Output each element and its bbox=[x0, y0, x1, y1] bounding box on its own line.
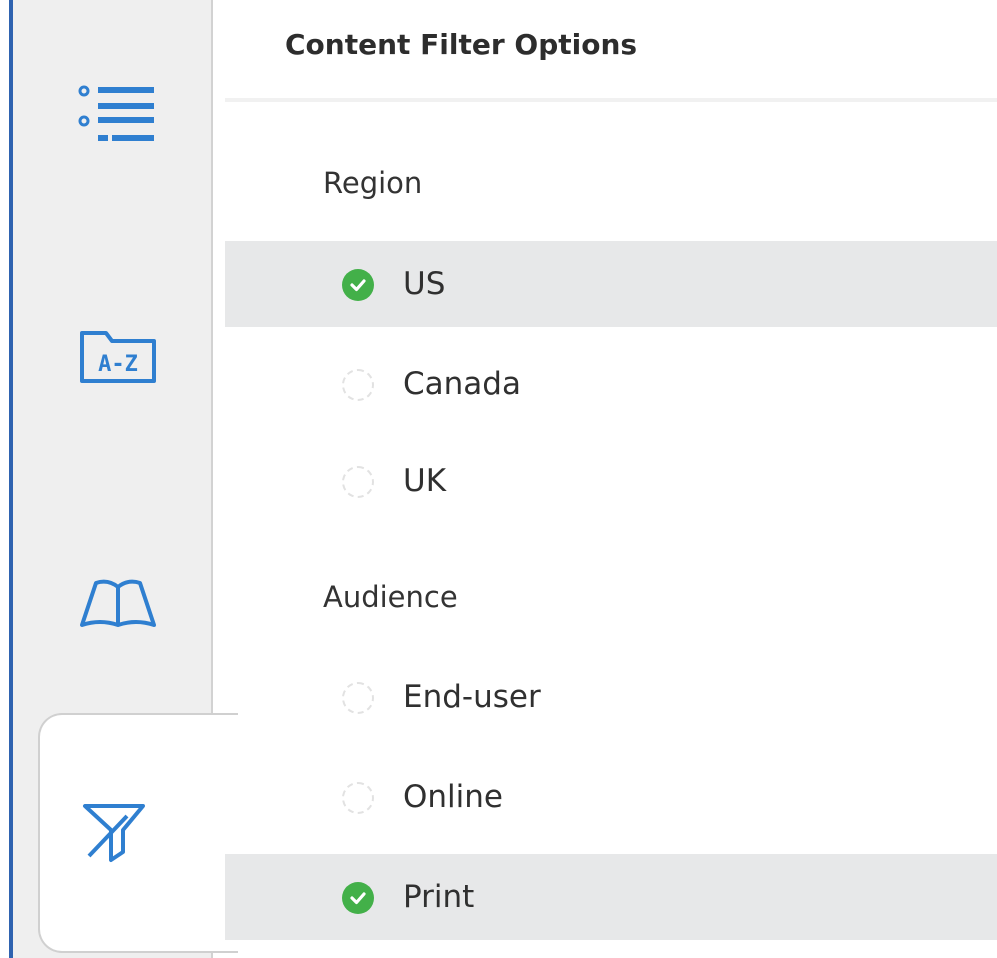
group-title-audience: Audience bbox=[323, 580, 458, 614]
option-check-mark bbox=[342, 682, 374, 714]
open-book-icon bbox=[80, 579, 156, 627]
option-check-mark bbox=[342, 466, 374, 498]
filter-panel: Content Filter Options Region US Canada … bbox=[225, 0, 997, 958]
option-label: Canada bbox=[403, 366, 521, 402]
filter-icon bbox=[83, 804, 145, 862]
option-check-mark bbox=[342, 269, 374, 301]
option-check-mark bbox=[342, 782, 374, 814]
rail-item-index[interactable]: A-Z bbox=[43, 310, 193, 400]
empty-circle-icon bbox=[342, 782, 374, 814]
empty-circle-icon bbox=[342, 466, 374, 498]
header-divider bbox=[225, 98, 997, 102]
group-title-region: Region bbox=[323, 166, 423, 200]
option-canada[interactable]: Canada bbox=[225, 341, 997, 427]
svg-text:A-Z: A-Z bbox=[98, 352, 138, 377]
panel-title: Content Filter Options bbox=[285, 28, 638, 61]
option-uk[interactable]: UK bbox=[225, 438, 997, 524]
option-end-user[interactable]: End-user bbox=[225, 654, 997, 740]
filter-icon-wrapper bbox=[79, 796, 149, 870]
option-print[interactable]: Print bbox=[225, 854, 997, 940]
option-label: Online bbox=[403, 779, 503, 815]
list-icon bbox=[78, 85, 154, 141]
option-us[interactable]: US bbox=[225, 241, 997, 327]
folder-a-z-icon: A-Z bbox=[80, 331, 156, 383]
rail-item-glossary[interactable] bbox=[43, 558, 193, 648]
empty-circle-icon bbox=[342, 682, 374, 714]
rail-item-filter[interactable] bbox=[38, 713, 238, 953]
option-check-mark bbox=[342, 882, 374, 914]
option-label: US bbox=[403, 266, 446, 302]
empty-circle-icon bbox=[342, 369, 374, 401]
option-label: UK bbox=[403, 463, 447, 499]
rail-item-table-of-contents[interactable] bbox=[43, 70, 193, 160]
checkmark-circle-icon bbox=[342, 269, 374, 301]
checkmark-circle-icon bbox=[342, 882, 374, 914]
option-check-mark bbox=[342, 369, 374, 401]
option-label: Print bbox=[403, 879, 475, 915]
option-online[interactable]: Online bbox=[225, 754, 997, 840]
option-label: End-user bbox=[403, 679, 541, 715]
